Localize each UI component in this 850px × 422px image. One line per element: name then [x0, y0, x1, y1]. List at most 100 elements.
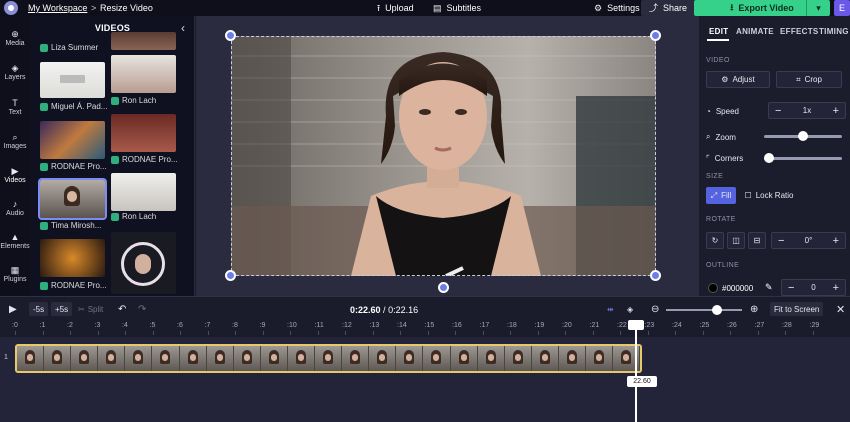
video-item-label: Liza Summer: [40, 43, 98, 52]
outline-decrease-button[interactable]: −: [788, 282, 794, 294]
rotate-button[interactable]: ↻: [706, 232, 724, 249]
video-item-label: Tima Mirosh...: [40, 221, 101, 230]
zoom-in-icon[interactable]: ⊕: [750, 302, 758, 316]
video-thumbnail[interactable]: [111, 55, 176, 93]
nav-images[interactable]: ⌕ Images: [0, 132, 30, 150]
gear-icon: ⚙: [594, 3, 603, 13]
undo-icon[interactable]: ↶: [118, 302, 126, 316]
snap-toggle-icon[interactable]: ⇹: [607, 302, 614, 316]
fill-button[interactable]: ⤢ Fill: [706, 187, 736, 204]
elements-icon: ▲: [10, 232, 20, 242]
nav-videos[interactable]: ▶ Videos: [0, 166, 30, 184]
video-source-icon: [40, 43, 48, 52]
crop-button[interactable]: ⌗ Crop: [776, 71, 842, 88]
playhead-handle[interactable]: [628, 320, 644, 330]
breadcrumb-workspace[interactable]: My Workspace: [28, 2, 87, 14]
outline-color-value[interactable]: #000000: [722, 284, 753, 293]
video-thumbnail[interactable]: [111, 232, 176, 294]
ruler-tick-label: :27: [754, 322, 765, 329]
nav-elements[interactable]: ▲ Elements: [0, 232, 30, 250]
video-thumbnail-selected[interactable]: [38, 178, 107, 220]
ruler-tick: [15, 331, 16, 335]
settings-button[interactable]: ⚙ Settings: [594, 2, 640, 14]
flip-vertical-button[interactable]: ⊟: [748, 232, 766, 249]
tab-timing[interactable]: TIMING: [819, 27, 849, 36]
lock-ratio-toggle[interactable]: ☐ Lock Ratio: [740, 187, 798, 204]
timeline-zoom-knob[interactable]: [712, 305, 722, 315]
subtitles-button[interactable]: ▤ Subtitles: [433, 2, 481, 14]
text-icon: T: [12, 98, 18, 108]
video-thumbnail[interactable]: [40, 62, 105, 98]
nav-layers[interactable]: ◈ Layers: [0, 63, 30, 81]
clip-frame-thumbnail: [260, 346, 288, 371]
flip-horizontal-button[interactable]: ◫: [727, 232, 745, 249]
nav-audio[interactable]: ♪ Audio: [0, 199, 30, 217]
nav-plugins[interactable]: ▦ Plugins: [0, 265, 30, 283]
close-icon[interactable]: ✕: [836, 302, 845, 316]
outline-color-swatch[interactable]: [708, 283, 718, 293]
sliders-icon: ⚙: [721, 75, 729, 84]
nav-text[interactable]: T Text: [0, 98, 30, 116]
timeline-zoom-slider[interactable]: [666, 309, 742, 311]
split-view-icon[interactable]: ◈: [627, 302, 633, 316]
rotate-value[interactable]: 0°: [805, 236, 813, 245]
video-thumbnail[interactable]: [111, 32, 176, 50]
tab-edit[interactable]: EDIT: [709, 27, 728, 36]
ruler-tick: [262, 331, 264, 335]
play-button[interactable]: ▶: [9, 302, 17, 316]
back-5s-button[interactable]: -5s: [29, 302, 49, 316]
nav-media[interactable]: ⊕ Media: [0, 29, 30, 47]
video-thumbnail[interactable]: [111, 114, 176, 152]
clip-frame-thumbnail: [17, 346, 45, 371]
section-size: SIZE: [706, 173, 724, 180]
resize-handle-top-right[interactable]: [650, 30, 661, 41]
tab-animate[interactable]: ANIMATE: [736, 27, 774, 36]
redo-icon[interactable]: ↷: [138, 302, 146, 316]
collapse-panel-icon[interactable]: ‹: [181, 21, 185, 35]
video-clip[interactable]: [15, 344, 642, 373]
video-thumbnail[interactable]: [40, 121, 105, 159]
speed-increase-button[interactable]: +: [833, 105, 839, 117]
resize-handle-bottom-left[interactable]: [225, 270, 236, 281]
share-button[interactable]: ⤴ Share: [641, 0, 696, 16]
adjust-button[interactable]: ⚙ Adjust: [706, 71, 770, 88]
rotate-increase-button[interactable]: +: [833, 235, 839, 247]
clip-frame-thumbnail: [477, 346, 505, 371]
resize-handle-bottom-right[interactable]: [650, 270, 661, 281]
tab-effects[interactable]: EFFECTS: [780, 27, 819, 36]
project-title[interactable]: Resize Video: [100, 2, 153, 14]
ruler-tick-label: :11: [314, 322, 324, 329]
outline-value[interactable]: 0: [811, 283, 815, 292]
corners-slider-knob[interactable]: [764, 153, 774, 163]
forward-5s-button[interactable]: +5s: [51, 302, 73, 316]
clip-frame-thumbnail: [71, 346, 99, 371]
user-avatar[interactable]: E: [834, 0, 850, 16]
video-thumbnail[interactable]: [40, 239, 105, 277]
speed-value[interactable]: 1x: [803, 106, 811, 115]
video-thumbnail[interactable]: [111, 173, 176, 211]
speed-decrease-button[interactable]: −: [775, 105, 781, 117]
ruler-tick-label: :14: [397, 322, 407, 329]
fit-to-screen-button[interactable]: Fit to Screen: [770, 302, 824, 316]
export-options-button[interactable]: ▾: [806, 0, 830, 16]
outline-increase-button[interactable]: +: [833, 282, 839, 294]
resize-handle-top-left[interactable]: [225, 30, 236, 41]
pen-icon[interactable]: ✎: [765, 282, 773, 293]
outline-stepper: − 0 +: [781, 279, 846, 296]
media-icon: ⊕: [11, 29, 19, 39]
clip-frame-thumbnail: [206, 346, 234, 371]
ruler-tick-label: :1: [39, 322, 46, 329]
corners-slider[interactable]: [764, 157, 842, 160]
rotate-decrease-button[interactable]: −: [778, 235, 784, 247]
ruler-tick-label: :16: [452, 322, 462, 329]
rotate-handle[interactable]: [438, 282, 449, 293]
timeline-ruler[interactable]: :0:1:2:3:4:5:6:7:8:9:10:11:12:13:14:15:1…: [0, 321, 850, 335]
clip-frame-thumbnail: [44, 346, 72, 371]
breadcrumb-separator: >: [91, 3, 97, 13]
zoom-slider-knob[interactable]: [798, 131, 808, 141]
split-button[interactable]: ✂ Split: [78, 302, 103, 316]
zoom-out-icon[interactable]: ⊖: [651, 302, 659, 316]
upload-button[interactable]: ⭱ Upload: [377, 2, 414, 14]
app-logo-icon[interactable]: [4, 1, 18, 15]
playhead[interactable]: [635, 321, 637, 422]
